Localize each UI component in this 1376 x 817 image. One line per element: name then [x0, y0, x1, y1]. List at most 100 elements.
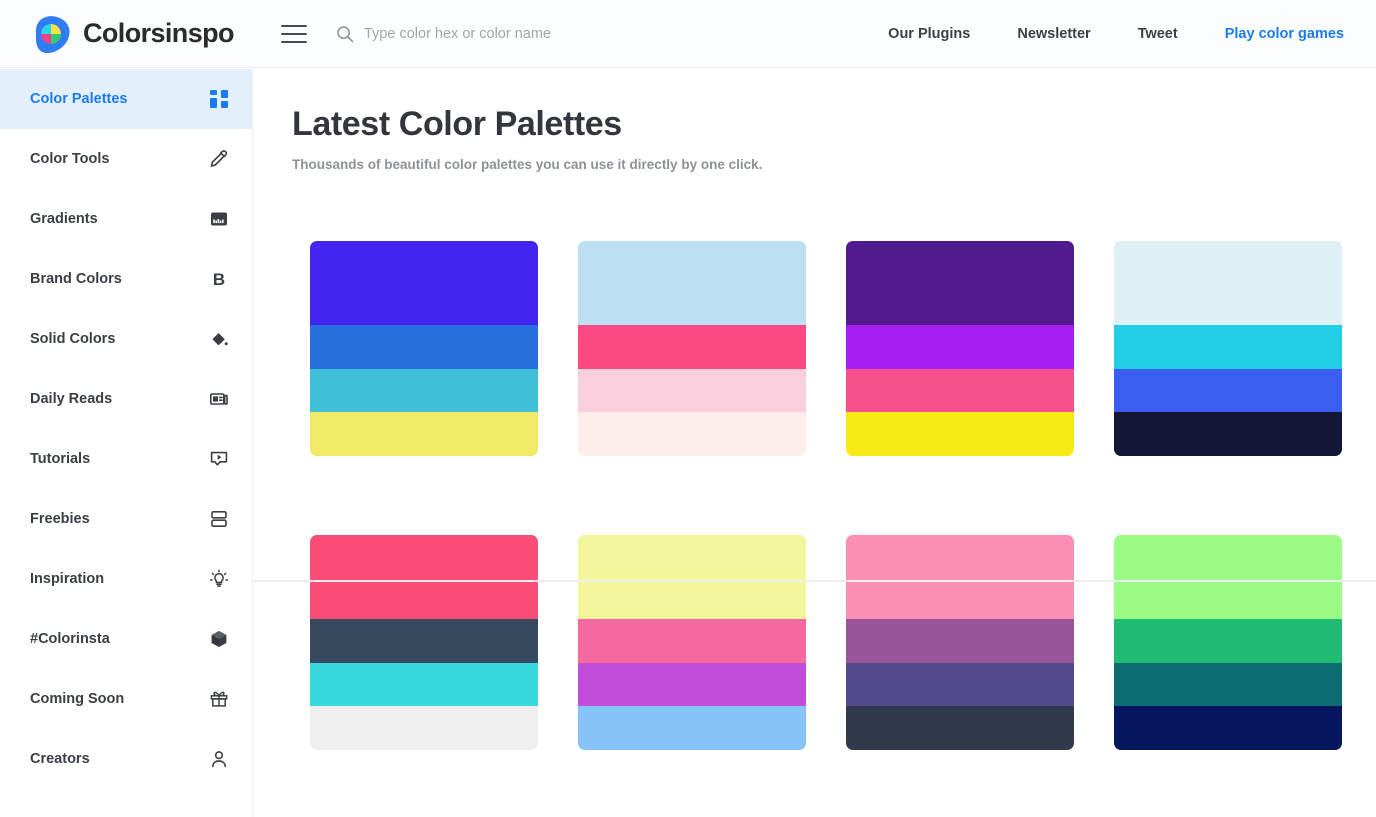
page-subtitle: Thousands of beautiful color palettes yo…: [292, 157, 763, 172]
palette-color-band[interactable]: [845, 535, 1074, 620]
palette-swatch[interactable]: [845, 535, 1074, 750]
sidebar-item-coming-soon[interactable]: Coming Soon: [0, 669, 252, 729]
sidebar-item-label: Inspiration: [30, 571, 105, 587]
sidebar-item-color-tools[interactable]: Color Tools: [0, 129, 252, 189]
sidebar-nav: Color Palettes Color Tools Gradients Brand …: [0, 69, 253, 817]
search-icon: [336, 25, 354, 43]
sidebar-item-label: Creators: [30, 751, 90, 767]
palette-color-band[interactable]: [1113, 241, 1342, 326]
palette-color-band[interactable]: [845, 619, 1074, 663]
palette-color-band[interactable]: [1113, 411, 1342, 456]
gradient-icon: [208, 208, 230, 230]
sidebar-item-label: Tutorials: [30, 451, 91, 467]
sidebar-item-label: Color Palettes: [30, 91, 128, 107]
palette-color-band[interactable]: [845, 705, 1074, 750]
sidebar-item-tutorials[interactable]: Tutorials: [0, 429, 252, 489]
palette-color-band[interactable]: [1113, 662, 1342, 706]
sidebar-item-colorinsta[interactable]: #Colorinsta: [0, 609, 252, 669]
palette-swatch[interactable]: [310, 241, 539, 456]
palette-card[interactable]: [559, 203, 825, 494]
palette-color-band[interactable]: [310, 241, 539, 326]
palette-color-band[interactable]: [578, 411, 807, 456]
play-video-icon: [208, 448, 230, 470]
search-input[interactable]: [364, 21, 744, 46]
gift-icon: [208, 688, 230, 710]
paint-bucket-icon: [208, 328, 230, 350]
palette-color-band[interactable]: [845, 368, 1074, 412]
palette-color-band[interactable]: [310, 325, 539, 369]
sidebar-item-brand-colors[interactable]: Brand Colors B: [0, 249, 252, 309]
palette-color-band[interactable]: [578, 535, 807, 620]
header-tools: [253, 21, 841, 46]
palette-color-band[interactable]: [578, 325, 807, 369]
palette-color-band[interactable]: [1113, 535, 1342, 620]
sidebar-item-color-palettes[interactable]: Color Palettes: [0, 69, 252, 129]
lightbulb-icon: [208, 568, 230, 590]
top-header: Colorsinspo Our Plugins Newsletter Tweet…: [0, 0, 1376, 68]
palette-color-band[interactable]: [578, 241, 807, 326]
sidebar-item-inspiration[interactable]: Inspiration: [0, 549, 252, 609]
letter-b-icon: B: [208, 268, 230, 290]
person-icon: [208, 748, 230, 770]
palette-color-band[interactable]: [578, 662, 807, 706]
palette-color-band[interactable]: [1113, 705, 1342, 750]
sidebar-item-solid-colors[interactable]: Solid Colors: [0, 309, 252, 369]
palette-card[interactable]: [559, 497, 825, 788]
newspaper-icon: [208, 388, 230, 410]
palette-card[interactable]: [1095, 497, 1360, 788]
sidebar-item-label: Daily Reads: [30, 391, 113, 407]
palette-color-band[interactable]: [1113, 619, 1342, 663]
palette-card[interactable]: [1095, 203, 1360, 494]
sidebar-item-label: Brand Colors: [30, 271, 122, 287]
sidebar-item-gradients[interactable]: Gradients: [0, 189, 252, 249]
sidebar-item-daily-reads[interactable]: Daily Reads: [0, 369, 252, 429]
palette-grid: [292, 203, 1360, 788]
palette-swatch[interactable]: [578, 241, 807, 456]
main-content: Latest Color Palettes Thousands of beaut…: [253, 69, 1376, 817]
palette-swatch[interactable]: [578, 535, 807, 750]
palette-swatch[interactable]: [1113, 241, 1342, 456]
palette-swatch[interactable]: [310, 535, 539, 750]
nav-link-our-plugins[interactable]: Our Plugins: [888, 26, 970, 42]
palette-color-band[interactable]: [310, 662, 539, 706]
nav-link-tweet[interactable]: Tweet: [1138, 26, 1178, 42]
palette-swatch[interactable]: [1113, 535, 1342, 750]
sidebar-item-label: Solid Colors: [30, 331, 116, 347]
palette-color-band[interactable]: [578, 368, 807, 412]
nav-link-newsletter[interactable]: Newsletter: [1017, 26, 1090, 42]
eyedropper-icon: [208, 148, 230, 170]
palette-color-band[interactable]: [845, 411, 1074, 456]
palette-color-band[interactable]: [310, 705, 539, 750]
palette-swatch[interactable]: [845, 241, 1074, 456]
sidebar-item-label: Freebies: [30, 511, 90, 527]
palette-color-band[interactable]: [310, 535, 539, 620]
palette-card[interactable]: [827, 203, 1093, 494]
color-wheel-logo-icon: [30, 13, 72, 55]
sidebar-item-creators[interactable]: Creators: [0, 729, 252, 789]
brand-logo[interactable]: Colorsinspo: [0, 13, 253, 55]
palette-color-band[interactable]: [845, 662, 1074, 706]
stacked-bars-icon: [208, 508, 230, 530]
page-header: Latest Color Palettes Thousands of beaut…: [253, 69, 1376, 172]
palette-color-band[interactable]: [1113, 325, 1342, 369]
palette-color-band[interactable]: [1113, 368, 1342, 412]
palette-color-band[interactable]: [578, 705, 807, 750]
palette-color-band[interactable]: [310, 619, 539, 663]
header-nav: Our Plugins Newsletter Tweet Play color …: [841, 26, 1376, 42]
grid-squares-icon: [208, 88, 230, 110]
brand-name: Colorsinspo: [83, 18, 235, 48]
search-box[interactable]: [336, 21, 744, 46]
sidebar-item-freebies[interactable]: Freebies: [0, 489, 252, 549]
palette-card[interactable]: [292, 497, 557, 788]
palette-color-band[interactable]: [845, 241, 1074, 326]
palette-card[interactable]: [827, 497, 1093, 788]
hamburger-menu-icon[interactable]: [281, 24, 307, 43]
nav-link-play-color-games[interactable]: Play color games: [1225, 26, 1344, 42]
row-divider: [253, 580, 1376, 582]
palette-color-band[interactable]: [310, 368, 539, 412]
palette-card[interactable]: [292, 203, 557, 494]
palette-color-band[interactable]: [578, 619, 807, 663]
sidebar-item-label: Gradients: [30, 211, 98, 227]
palette-color-band[interactable]: [310, 411, 539, 456]
palette-color-band[interactable]: [845, 325, 1074, 369]
